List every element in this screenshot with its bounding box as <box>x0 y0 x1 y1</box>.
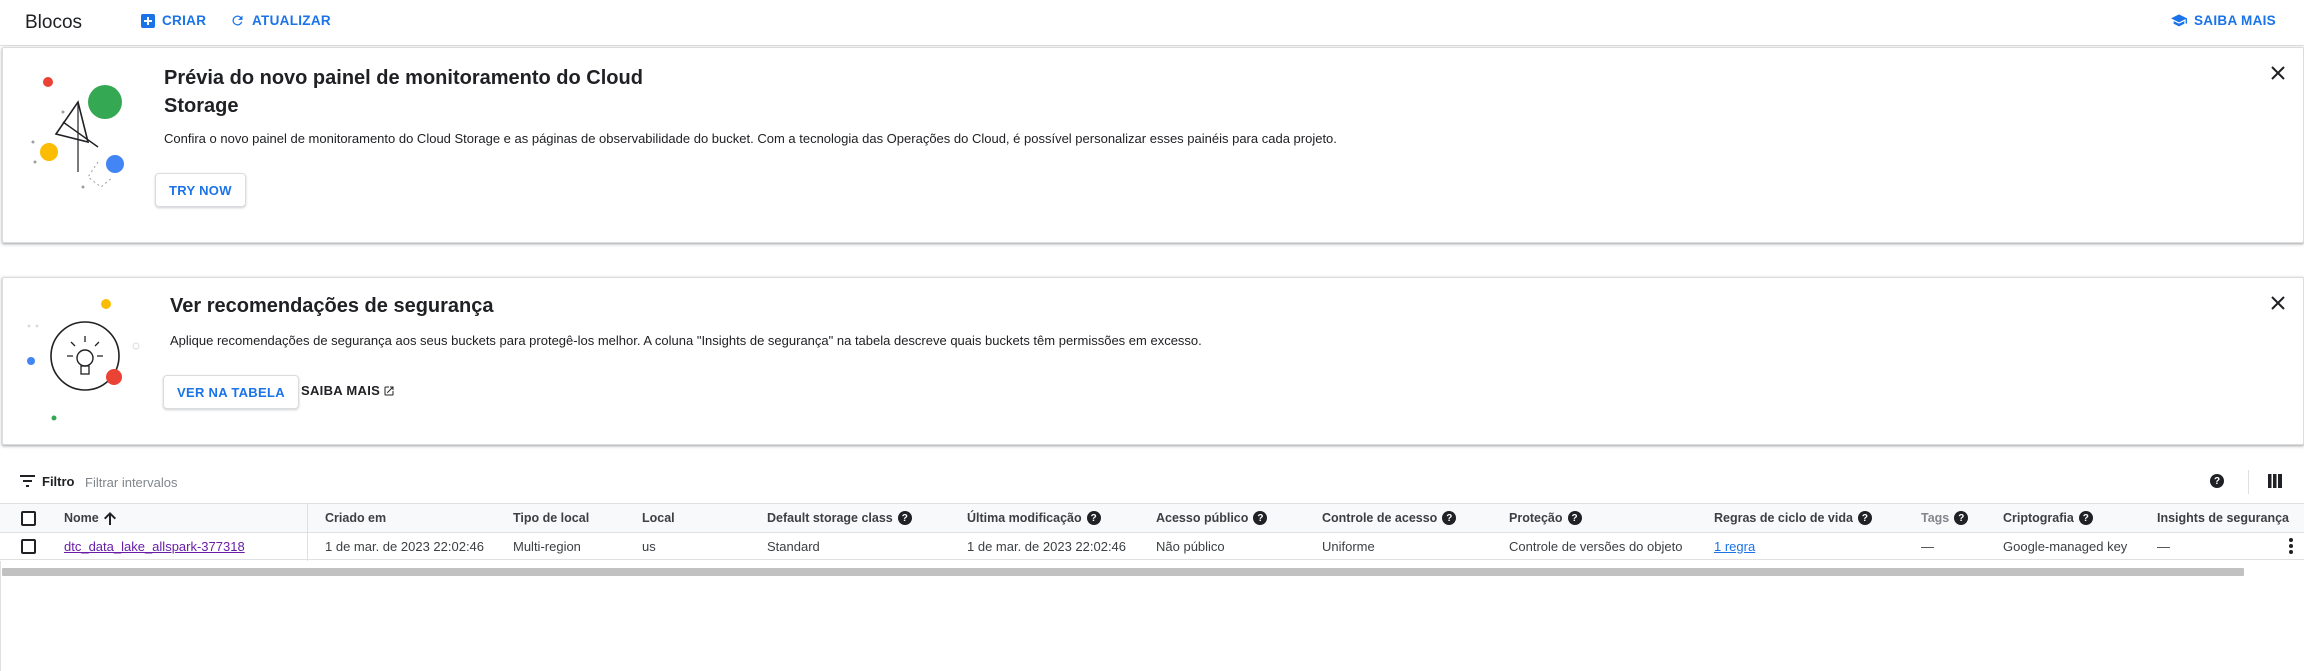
learn-more-label: SAIBA MAIS <box>2193 13 2276 28</box>
view-in-table-button[interactable]: VER NA TABELA <box>163 375 299 409</box>
cell-storage-class: Standard <box>767 538 820 554</box>
filter-input[interactable] <box>85 470 385 494</box>
cell-insights: — <box>2157 538 2170 554</box>
monitoring-banner: Prévia do novo painel de monitoramento d… <box>2 47 2304 243</box>
school-icon <box>2170 13 2187 26</box>
security-learn-more-button[interactable]: SAIBA MAIS <box>301 383 395 398</box>
more-vert-icon[interactable] <box>2289 538 2293 554</box>
columns-icon[interactable] <box>2268 474 2282 488</box>
security-illustration <box>27 299 140 421</box>
security-banner-description: Aplique recomendações de segurança aos s… <box>170 333 1202 348</box>
column-header-modified[interactable]: Última modificação? <box>967 504 1101 532</box>
help-icon[interactable]: ? <box>1954 511 1969 525</box>
content-border <box>0 561 1 671</box>
create-button-label: CRIAR <box>162 13 207 28</box>
refresh-button[interactable]: ATUALIZAR <box>230 13 331 28</box>
help-icon[interactable]: ? <box>1567 511 1582 525</box>
cell-encryption: Google-managed key <box>2003 538 2128 554</box>
column-public-access-label: Acesso público <box>1156 511 1249 525</box>
column-insights-label: Insights de segurança <box>2157 511 2289 525</box>
column-tags-label: Tags <box>1921 511 1950 525</box>
select-all-checkbox[interactable] <box>21 511 36 526</box>
lifecycle-rule-link[interactable]: 1 regra <box>1714 539 1755 554</box>
monitoring-banner-title: Prévia do novo painel de monitoramento d… <box>164 67 643 117</box>
column-modified-label: Última modificação <box>967 511 1082 525</box>
monitoring-banner-description: Confira o novo painel de monitoramento d… <box>164 131 1337 146</box>
toolbar-divider <box>2248 470 2249 494</box>
cell-public-access: Não público <box>1156 538 1225 554</box>
column-header-insights[interactable]: Insights de segurança <box>2157 504 2289 532</box>
column-created-label: Criado em <box>325 511 387 525</box>
bucket-name-link[interactable]: dtc_data_lake_allspark-377318 <box>64 539 245 554</box>
row-checkbox[interactable] <box>21 539 36 554</box>
security-learn-more-label: SAIBA MAIS <box>301 383 381 398</box>
help-icon[interactable]: ? <box>1253 511 1268 525</box>
monitoring-illustration <box>31 77 124 189</box>
column-access-control-label: Controle de acesso <box>1322 511 1438 525</box>
column-header-storage-class[interactable]: Default storage class? <box>767 504 912 532</box>
page-title: Blocos <box>25 12 83 33</box>
security-banner-title: Ver recomendações de segurança <box>170 295 494 317</box>
help-icon[interactable]: ? <box>1442 511 1457 525</box>
add-box-icon <box>141 13 155 28</box>
column-header-location-type[interactable]: Tipo de local <box>513 504 589 532</box>
column-encryption-label: Criptografia <box>2003 511 2074 525</box>
column-header-lifecycle[interactable]: Regras de ciclo de vida? <box>1714 504 1872 532</box>
cell-protection: Controle de versões do objeto <box>1509 538 1683 554</box>
column-location-type-label: Tipo de local <box>513 511 590 525</box>
learn-more-button[interactable]: SAIBA MAIS <box>2170 13 2276 28</box>
help-icon[interactable]: ? <box>1857 511 1872 525</box>
help-icon[interactable]: ? <box>897 511 912 525</box>
column-lifecycle-label: Regras de ciclo de vida <box>1714 511 1853 525</box>
column-header-public-access[interactable]: Acesso público? <box>1156 504 1268 532</box>
column-header-name[interactable]: Nome <box>64 504 116 532</box>
column-location-label: Local <box>642 511 675 525</box>
help-icon[interactable]: ? <box>1086 511 1101 525</box>
help-icon[interactable]: ? <box>2078 511 2093 525</box>
column-header-access-control[interactable]: Controle de acesso? <box>1322 504 1457 532</box>
cell-access-control: Uniforme <box>1322 538 1375 554</box>
column-name-label: Nome <box>64 511 99 525</box>
cell-created: 1 de mar. de 2023 22:02:46 <box>325 538 485 554</box>
security-banner: Ver recomendações de segurança Aplique r… <box>2 277 2304 445</box>
page-header: Blocos CRIAR ATUALIZAR SAIBA MAIS <box>0 0 2304 46</box>
cell-modified: 1 de mar. de 2023 22:02:46 <box>967 538 1127 554</box>
column-header-created[interactable]: Criado em <box>325 504 386 532</box>
filter-icon[interactable] <box>20 475 35 487</box>
table-row: dtc_data_lake_allspark-377318 1 de mar. … <box>0 533 2304 560</box>
filter-label: Filtro <box>42 474 75 489</box>
refresh-icon <box>232 15 243 26</box>
cell-location-type: Multi-region <box>513 538 581 554</box>
filter-bar: Filtro ? <box>0 462 2304 502</box>
column-storage-class-label: Default storage class <box>767 511 893 525</box>
close-icon[interactable] <box>2271 66 2285 80</box>
column-header-encryption[interactable]: Criptografia? <box>2003 504 2093 532</box>
horizontal-scrollbar[interactable] <box>2 568 2244 576</box>
cell-location: us <box>642 538 656 554</box>
column-protection-label: Proteção <box>1509 511 1563 525</box>
help-icon[interactable]: ? <box>2210 474 2224 488</box>
table-header: Nome Criado em Tipo de local Local Defau… <box>0 503 2304 561</box>
close-icon[interactable] <box>2271 296 2285 310</box>
column-header-protection[interactable]: Proteção? <box>1509 504 1582 532</box>
open-in-new-icon <box>384 386 394 395</box>
column-header-tags[interactable]: Tags? <box>1921 504 1969 532</box>
try-now-button[interactable]: TRY NOW <box>155 173 246 207</box>
column-header-location[interactable]: Local <box>642 504 675 532</box>
sort-arrow-up-icon[interactable] <box>103 511 116 525</box>
refresh-button-label: ATUALIZAR <box>252 13 331 28</box>
create-button[interactable]: CRIAR <box>141 13 206 28</box>
cell-tags: — <box>1921 538 1934 554</box>
